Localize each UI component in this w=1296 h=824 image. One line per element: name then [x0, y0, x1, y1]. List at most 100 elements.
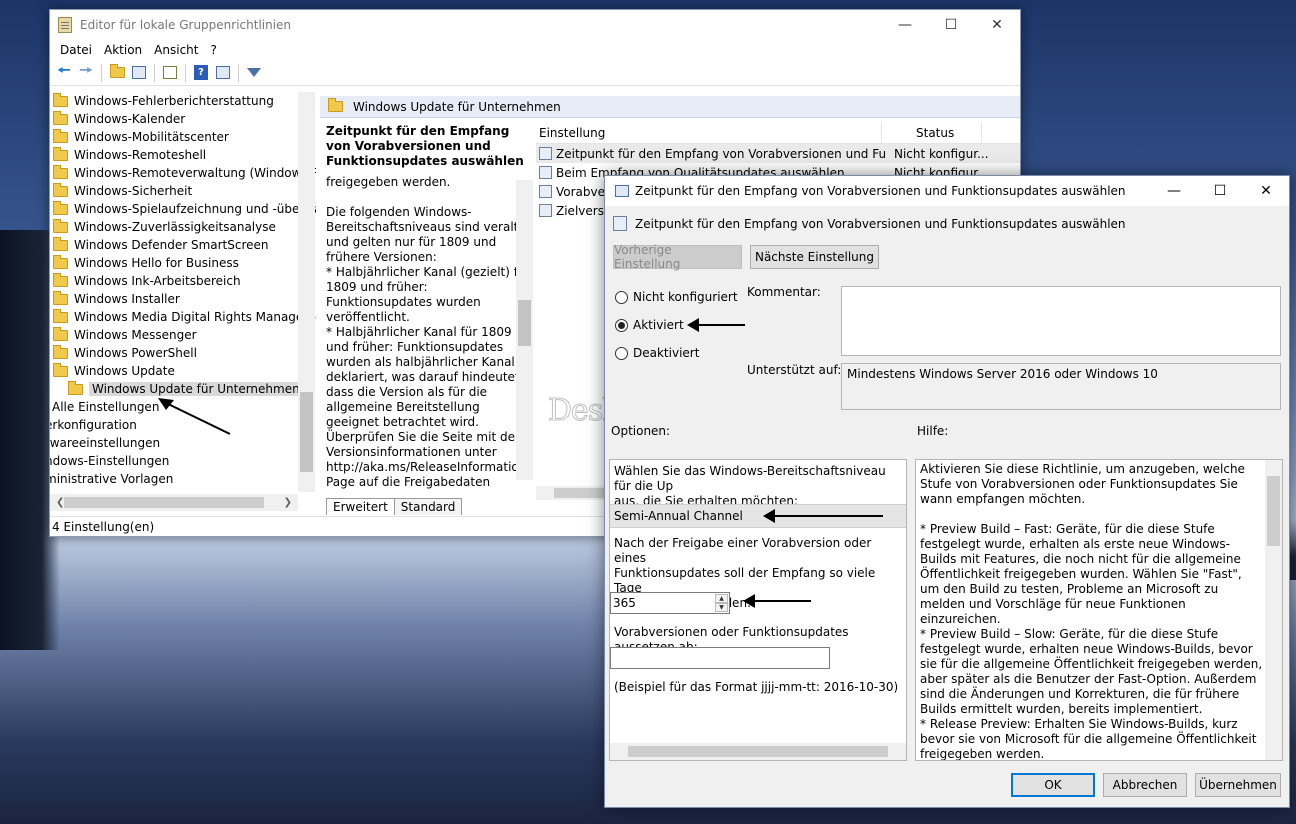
folder-icon — [53, 218, 68, 233]
next-setting-button[interactable]: Nächste Einstellung — [750, 245, 879, 269]
list-row-status: Nicht konfigur... — [894, 146, 989, 161]
description-scrollbar[interactable] — [516, 180, 533, 480]
radio-circle[interactable] — [615, 290, 628, 304]
annotation-arrow-channel — [763, 509, 883, 523]
close-button[interactable]: ✕ — [974, 10, 1020, 40]
column-header-setting[interactable]: Einstellung — [536, 122, 882, 143]
tree-item-label: Windows Installer — [74, 292, 180, 306]
tree-item-label: Windows PowerShell — [74, 346, 197, 360]
tree-item[interactable]: Windows-Mobilitätscenter — [50, 128, 316, 146]
forward-arrow-icon[interactable]: 🠖 — [75, 61, 97, 84]
tree-vertical-scrollbar[interactable] — [298, 92, 315, 492]
tree-item-label: Windows-Spielaufzeichnung und -übertrag — [74, 202, 316, 216]
toolbar: 🠔 🠖 ? — [50, 60, 1020, 86]
tree-item[interactable]: Windows-Zuverlässigkeitsanalyse — [50, 218, 316, 236]
supported-on-label: Unterstützt auf: — [747, 363, 842, 377]
tree-item[interactable]: Windows-Remoteverwaltung (Windows Re — [50, 164, 316, 182]
comment-textarea[interactable] — [841, 286, 1281, 356]
dialog-maximize-button[interactable]: ☐ — [1197, 176, 1243, 206]
tree-item-label: Windows Media Digital Rights Managemer — [74, 310, 316, 324]
toolbar-separator — [154, 63, 155, 82]
folder-icon — [53, 362, 68, 377]
show-hide-tree-icon[interactable] — [128, 62, 150, 84]
tree-item[interactable]: ministrative Vorlagen — [50, 470, 316, 488]
tree-item-label: twareeinstellungen — [50, 436, 161, 450]
help-text: Aktivieren Sie diese Richtlinie, um anzu… — [920, 462, 1263, 761]
menu-datei[interactable]: Datei — [54, 43, 98, 57]
properties-icon[interactable] — [212, 62, 234, 84]
toolbar-separator — [101, 63, 102, 82]
previous-setting-button[interactable]: Vorherige Einstellung — [613, 243, 742, 271]
description-title: Zeitpunkt für den Empfang von Vorabversi… — [326, 124, 524, 168]
radio-circle[interactable] — [615, 346, 628, 360]
column-header-status[interactable]: Status — [882, 122, 982, 143]
tree-item[interactable]: Windows-Fehlerberichterstattung — [50, 92, 316, 110]
radio-enabled[interactable]: Aktiviert — [615, 318, 684, 332]
spin-up-icon[interactable]: ▲ — [715, 594, 728, 603]
folder-icon — [328, 98, 343, 112]
tree-pane: Windows-Fehlerberichterstattung Windows-K… — [50, 92, 316, 504]
tree-item[interactable]: Windows Hello for Business — [50, 254, 316, 272]
filter-icon[interactable] — [243, 62, 265, 84]
help-vertical-scrollbar[interactable] — [1265, 460, 1282, 760]
policy-setting-icon — [539, 185, 552, 198]
menu-ansicht[interactable]: Ansicht — [148, 43, 204, 57]
dialog-subtitle: Zeitpunkt für den Empfang von Vorabversi… — [635, 216, 1126, 231]
tree-item-label: Windows-Sicherheit — [74, 184, 193, 198]
tree-item[interactable]: Windows Update — [50, 362, 316, 380]
minimize-button[interactable]: — — [882, 10, 928, 40]
content-header: Windows Update für Unternehmen — [320, 96, 1020, 118]
dialog-close-button[interactable]: ✕ — [1243, 176, 1289, 206]
tree-item[interactable]: Windows PowerShell — [50, 344, 316, 362]
tab-erweitert[interactable]: Erweitert — [326, 498, 395, 515]
dialog-titlebar[interactable]: Zeitpunkt für den Empfang von Vorabversi… — [605, 176, 1289, 206]
tree-item[interactable]: ndows-Einstellungen — [50, 452, 316, 470]
tree-item-label: ndows-Einstellungen — [50, 454, 170, 468]
tree-item[interactable]: Windows-Sicherheit — [50, 182, 316, 200]
folder-icon — [53, 164, 68, 179]
tree-horizontal-scrollbar[interactable]: ❮ ❯ — [50, 494, 298, 511]
scroll-right-icon[interactable]: ❯ — [284, 497, 292, 508]
export-list-icon[interactable] — [159, 62, 181, 84]
tree-item[interactable]: Windows-Kalender — [50, 110, 316, 128]
radio-circle-checked[interactable] — [615, 318, 628, 332]
list-row[interactable]: Zeitpunkt für den Empfang von Vorabversi… — [536, 144, 1020, 163]
radio-not-configured[interactable]: Nicht konfiguriert — [615, 290, 738, 304]
folder-icon — [53, 254, 68, 269]
ok-button[interactable]: OK — [1011, 773, 1095, 797]
tree-item[interactable]: Windows-Spielaufzeichnung und -übertrag — [50, 200, 316, 218]
tree-item[interactable]: Windows Installer — [50, 290, 316, 308]
pause-date-input[interactable] — [610, 647, 830, 669]
description-pane: Zeitpunkt für den Empfang von Vorabversi… — [322, 122, 534, 494]
tree-item-label: Windows Ink-Arbeitsbereich — [74, 274, 241, 288]
tree-item[interactable]: Windows Ink-Arbeitsbereich — [50, 272, 316, 290]
dialog-title: Zeitpunkt für den Empfang von Vorabversi… — [635, 184, 1126, 198]
tree-item-label: Windows-Remoteshell — [74, 148, 207, 162]
tab-standard[interactable]: Standard — [393, 498, 463, 515]
up-folder-icon[interactable] — [106, 62, 128, 84]
supported-on-field: Mindestens Windows Server 2016 oder Wind… — [841, 363, 1281, 410]
cancel-button[interactable]: Abbrechen — [1103, 773, 1187, 797]
defer-days-spinner[interactable]: 365 ▲ ▼ — [610, 592, 730, 614]
description-text: freigegeben werden. Die folgenden Window… — [326, 175, 531, 489]
tree-item-label: Windows Hello for Business — [74, 256, 239, 270]
options-horizontal-scrollbar[interactable] — [610, 743, 906, 760]
radio-disabled[interactable]: Deaktiviert — [615, 346, 699, 360]
spin-down-icon[interactable]: ▼ — [715, 603, 728, 612]
tree-item[interactable]: Windows Media Digital Rights Managemer — [50, 308, 316, 326]
tree-item-label: Windows-Kalender — [74, 112, 186, 126]
menu-help[interactable]: ? — [204, 43, 222, 57]
help-icon[interactable]: ? — [190, 62, 212, 84]
folder-icon — [53, 92, 68, 107]
policy-setting-icon — [539, 147, 552, 160]
tree-item[interactable]: Windows Defender SmartScreen — [50, 236, 316, 254]
apply-button[interactable]: Übernehmen — [1195, 773, 1281, 797]
gpedit-titlebar[interactable]: Editor für lokale Gruppenrichtlinien — ☐… — [50, 10, 1020, 40]
maximize-button[interactable]: ☐ — [928, 10, 974, 40]
tree-item[interactable]: Windows Messenger — [50, 326, 316, 344]
back-arrow-icon[interactable]: 🠔 — [53, 61, 75, 84]
tree-item[interactable]: Windows-Remoteshell — [50, 146, 316, 164]
dialog-minimize-button[interactable]: — — [1151, 176, 1197, 206]
menu-aktion[interactable]: Aktion — [98, 43, 148, 57]
tree-item-label: erkonfiguration — [50, 418, 137, 432]
